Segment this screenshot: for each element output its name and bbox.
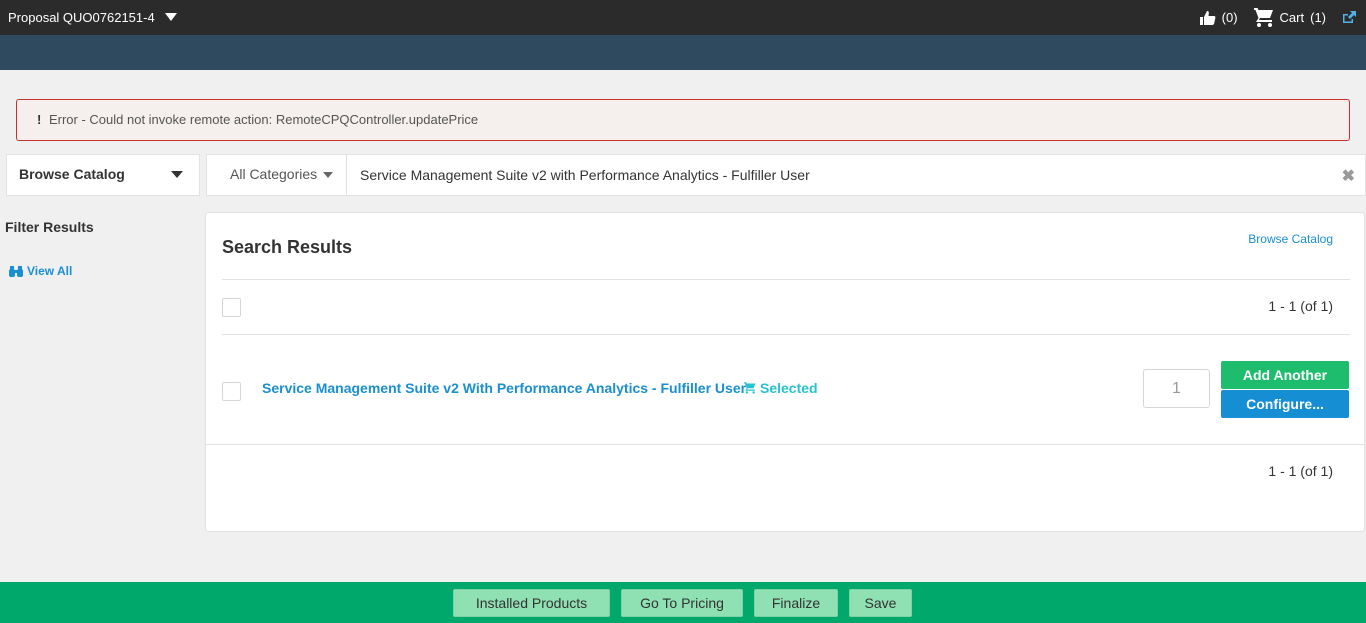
header-actions: (0) Cart (1) <box>1184 8 1356 27</box>
configure-button[interactable]: Configure... <box>1221 390 1349 418</box>
divider <box>222 334 1350 335</box>
search-results-panel: Search Results Browse Catalog 1 - 1 (of … <box>205 212 1365 532</box>
top-bar: Proposal QUO0762151-4 (0) Cart (1) <box>0 0 1366 35</box>
go-to-pricing-button[interactable]: Go To Pricing <box>621 589 743 617</box>
proposal-menu[interactable]: Proposal QUO0762151-4 <box>8 10 177 25</box>
sub-header-bar <box>0 35 1366 70</box>
browse-catalog-label: Browse Catalog <box>19 166 125 182</box>
finalize-button[interactable]: Finalize <box>754 589 838 617</box>
installed-products-button[interactable]: Installed Products <box>453 589 610 617</box>
save-button[interactable]: Save <box>849 589 912 617</box>
divider <box>222 279 1350 280</box>
row-checkbox[interactable] <box>222 382 241 401</box>
error-icon: ! <box>37 112 42 127</box>
caret-down-icon <box>323 172 333 178</box>
category-dropdown[interactable]: All Categories <box>207 155 347 195</box>
pager-bottom: 1 - 1 (of 1) <box>1268 463 1333 479</box>
binoculars-icon <box>9 265 23 277</box>
search-input[interactable] <box>348 155 1328 195</box>
cart-button[interactable]: Cart (1) <box>1253 8 1326 27</box>
error-banner: ! Error - Could not invoke remote action… <box>16 99 1350 141</box>
error-message: Error - Could not invoke remote action: … <box>48 112 479 127</box>
close-icon[interactable]: ✖ <box>1342 166 1355 186</box>
filter-results-title: Filter Results <box>5 219 94 235</box>
view-all-label: View All <box>27 264 73 278</box>
cart-icon <box>1253 8 1273 27</box>
add-another-button[interactable]: Add Another <box>1221 361 1349 389</box>
select-all-checkbox[interactable] <box>222 298 241 317</box>
likes-count: (0) <box>1221 10 1238 25</box>
caret-down-icon <box>164 12 177 21</box>
caret-down-icon <box>171 171 183 178</box>
pager-top: 1 - 1 (of 1) <box>1268 298 1333 314</box>
divider <box>206 444 1364 445</box>
browse-catalog-dropdown[interactable]: Browse Catalog <box>6 154 200 196</box>
category-label: All Categories <box>230 166 318 182</box>
product-link[interactable]: Service Management Suite v2 With Perform… <box>262 380 746 396</box>
search-results-heading: Search Results <box>222 237 353 257</box>
likes-button[interactable]: (0) <box>1199 10 1238 25</box>
selected-badge: Selected <box>744 380 818 396</box>
proposal-title: Proposal QUO0762151-4 <box>8 10 155 25</box>
cart-icon <box>744 382 756 394</box>
browse-catalog-link[interactable]: Browse Catalog <box>1248 232 1333 246</box>
external-link-button[interactable] <box>1342 11 1356 24</box>
external-link-icon <box>1343 11 1356 23</box>
footer-bar: Installed Products Go To Pricing Finaliz… <box>0 582 1366 623</box>
cart-label: Cart <box>1279 10 1305 25</box>
selected-label: Selected <box>760 380 818 396</box>
thumbs-up-icon <box>1199 10 1216 25</box>
search-bar: All Categories ✖ <box>206 154 1366 196</box>
cart-count: (1) <box>1310 10 1326 25</box>
quantity-input[interactable] <box>1143 369 1210 408</box>
view-all-link[interactable]: View All <box>9 264 72 278</box>
